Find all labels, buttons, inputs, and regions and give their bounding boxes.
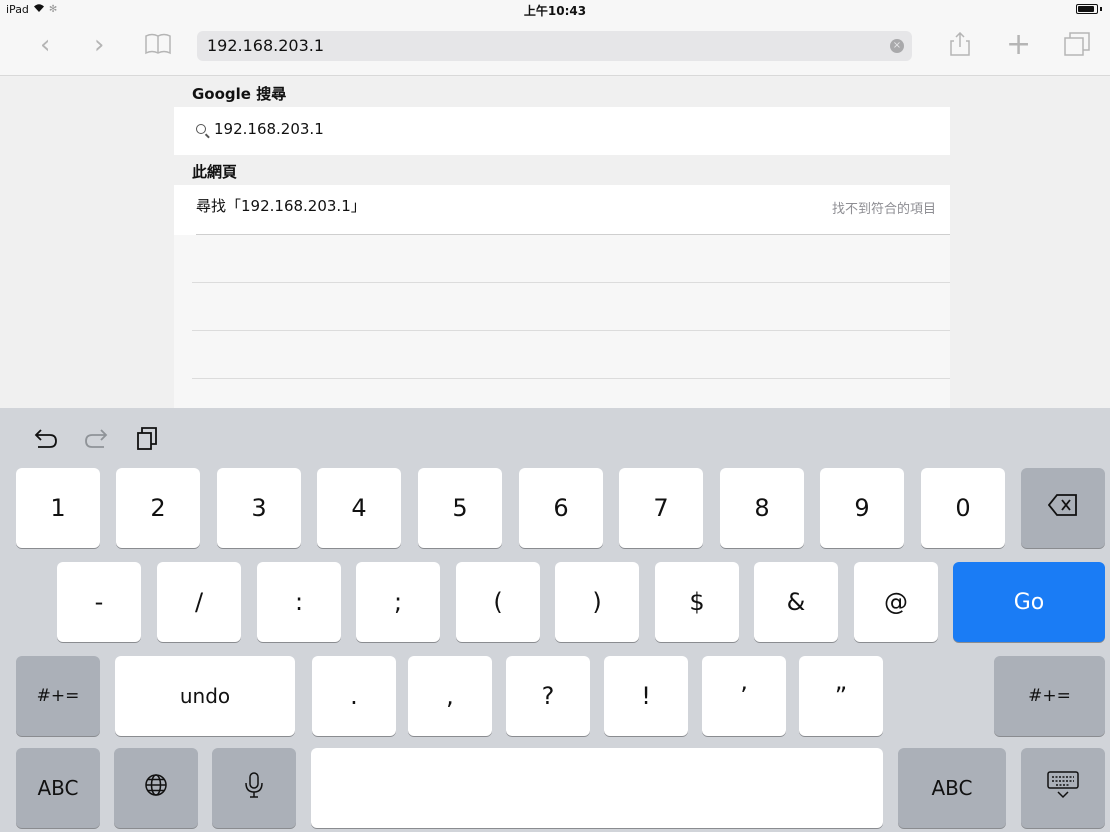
book-icon bbox=[144, 32, 172, 62]
search-icon bbox=[196, 124, 206, 134]
key-question[interactable]: ? bbox=[506, 656, 590, 736]
abc-key-right[interactable]: ABC bbox=[898, 748, 1006, 828]
browser-toolbar: ‹ › 192.168.203.1 × + bbox=[0, 20, 1110, 76]
key-7[interactable]: 7 bbox=[619, 468, 703, 548]
key-1[interactable]: 1 bbox=[16, 468, 100, 548]
empty-row bbox=[192, 283, 950, 331]
forward-button[interactable]: › bbox=[94, 30, 104, 60]
space-bar[interactable] bbox=[311, 748, 883, 828]
suggestions-panel: Google 搜尋 192.168.203.1 此網頁 尋找「192.168.2… bbox=[174, 77, 950, 408]
find-on-page-row[interactable]: 尋找「192.168.203.1」 找不到符合的項目 bbox=[174, 185, 950, 235]
key-3[interactable]: 3 bbox=[217, 468, 301, 548]
find-on-page-result: 找不到符合的項目 bbox=[831, 202, 936, 217]
on-this-page-header: 此網頁 bbox=[174, 155, 950, 185]
key-quote[interactable]: ” bbox=[799, 656, 883, 736]
hide-keyboard-key[interactable] bbox=[1021, 748, 1105, 828]
status-bar: iPad ✻ 上午10:43 bbox=[0, 0, 1110, 20]
undo-key[interactable]: undo bbox=[115, 656, 295, 736]
globe-key[interactable] bbox=[114, 748, 198, 828]
redo-icon[interactable] bbox=[84, 426, 108, 454]
key-0[interactable]: 0 bbox=[921, 468, 1005, 548]
key-4[interactable]: 4 bbox=[317, 468, 401, 548]
backspace-key[interactable] bbox=[1021, 468, 1105, 548]
paste-icon[interactable] bbox=[136, 426, 158, 456]
key-6[interactable]: 6 bbox=[519, 468, 603, 548]
key-exclamation[interactable]: ! bbox=[604, 656, 688, 736]
share-button[interactable] bbox=[950, 31, 970, 63]
clock: 上午10:43 bbox=[523, 4, 587, 18]
empty-row bbox=[192, 331, 950, 379]
symbols-key-left[interactable]: #+= bbox=[16, 656, 100, 736]
key-semicolon[interactable]: ; bbox=[356, 562, 440, 642]
key-8[interactable]: 8 bbox=[720, 468, 804, 548]
google-suggestion-text: 192.168.203.1 bbox=[214, 120, 324, 138]
key-comma[interactable]: , bbox=[408, 656, 492, 736]
keyboard: 1 2 3 4 5 6 7 8 9 0 - / : ; ( ) $ & @ Go… bbox=[0, 408, 1110, 832]
bookmarks-button[interactable] bbox=[144, 32, 172, 62]
share-icon bbox=[950, 31, 970, 63]
key-9[interactable]: 9 bbox=[820, 468, 904, 548]
key-ampersand[interactable]: & bbox=[754, 562, 838, 642]
tabs-button[interactable] bbox=[1064, 32, 1090, 63]
undo-icon[interactable] bbox=[34, 426, 58, 454]
new-tab-button[interactable]: + bbox=[1006, 30, 1031, 60]
empty-row bbox=[192, 235, 950, 283]
clear-text-button[interactable]: × bbox=[890, 39, 904, 53]
address-bar[interactable]: 192.168.203.1 × bbox=[197, 31, 912, 61]
key-period[interactable]: . bbox=[312, 656, 396, 736]
key-5[interactable]: 5 bbox=[418, 468, 502, 548]
key-at[interactable]: @ bbox=[854, 562, 938, 642]
key-hyphen[interactable]: - bbox=[57, 562, 141, 642]
keyboard-hide-icon bbox=[1047, 771, 1079, 805]
google-search-header: Google 搜尋 bbox=[174, 77, 950, 107]
key-2[interactable]: 2 bbox=[116, 468, 200, 548]
abc-key-left[interactable]: ABC bbox=[16, 748, 100, 828]
address-text[interactable]: 192.168.203.1 bbox=[207, 36, 324, 55]
google-suggestion-row[interactable]: 192.168.203.1 bbox=[174, 107, 950, 155]
backspace-icon bbox=[1047, 494, 1078, 522]
go-button[interactable]: Go bbox=[953, 562, 1105, 642]
symbols-key-right[interactable]: #+= bbox=[994, 656, 1105, 736]
key-open-paren[interactable]: ( bbox=[456, 562, 540, 642]
key-colon[interactable]: : bbox=[257, 562, 341, 642]
back-button[interactable]: ‹ bbox=[40, 30, 50, 60]
microphone-icon bbox=[245, 772, 263, 804]
find-on-page-label: 尋找「192.168.203.1」 bbox=[196, 197, 366, 215]
key-apostrophe[interactable]: ’ bbox=[702, 656, 786, 736]
key-slash[interactable]: / bbox=[157, 562, 241, 642]
key-close-paren[interactable]: ) bbox=[555, 562, 639, 642]
battery-icon bbox=[1076, 4, 1102, 14]
dictation-key[interactable] bbox=[212, 748, 296, 828]
google-suggestion[interactable]: 192.168.203.1 bbox=[196, 120, 324, 138]
globe-icon bbox=[144, 773, 168, 803]
key-dollar[interactable]: $ bbox=[655, 562, 739, 642]
tabs-icon bbox=[1064, 32, 1090, 63]
